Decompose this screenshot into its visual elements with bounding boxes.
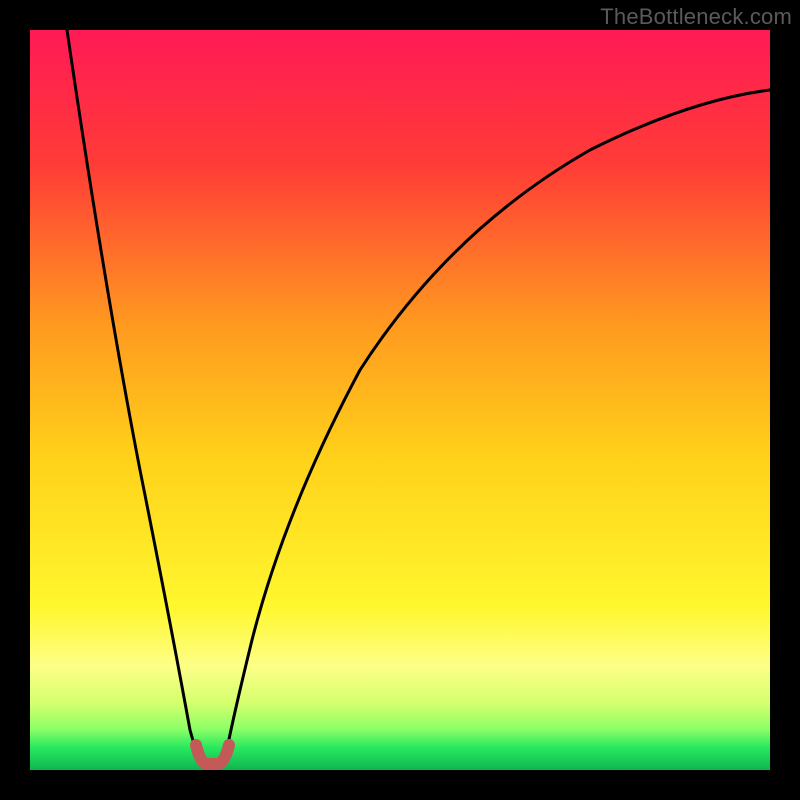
watermark-text: TheBottleneck.com [600,4,792,30]
curve-dip-connector [196,745,229,764]
plot-area [30,30,770,770]
curve-layer [30,30,770,770]
curve-left-branch [67,30,201,765]
curve-right-branch [224,90,770,765]
chart-frame: TheBottleneck.com [0,0,800,800]
